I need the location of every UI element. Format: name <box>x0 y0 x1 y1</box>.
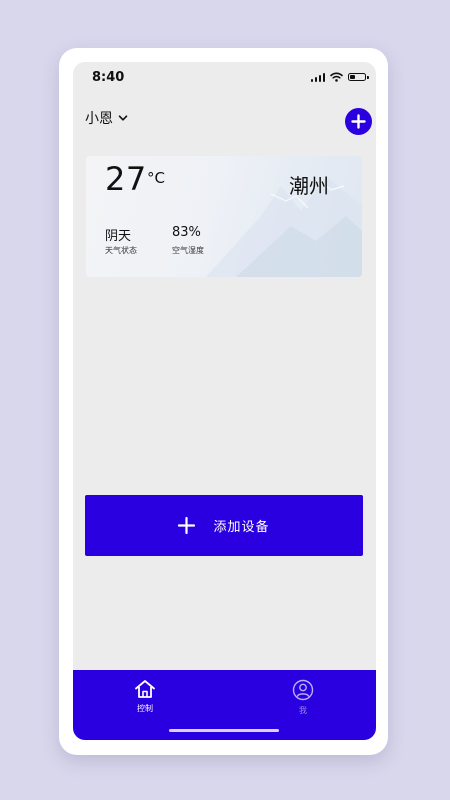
status-time: 8:40 <box>92 70 125 85</box>
tab-me-label: 我 <box>299 706 307 715</box>
status-bar: 8:40 <box>73 62 376 94</box>
home-icon <box>135 680 155 698</box>
home-name: 小恩 <box>85 111 113 127</box>
battery-level <box>350 75 355 79</box>
app-screen: 8:40 小恩 27 °C 潮州 阴天 天气状态 83% 空气湿度 添加设备 控… <box>73 62 376 740</box>
chevron-down-icon <box>118 115 128 121</box>
wifi-icon <box>330 72 343 82</box>
signal-icon <box>310 72 325 82</box>
add-device-button[interactable]: 添加设备 <box>85 495 363 556</box>
humidity-value: 83% <box>172 225 201 240</box>
user-icon <box>292 679 314 701</box>
add-button[interactable] <box>345 108 372 135</box>
tab-control-label: 控制 <box>137 704 153 713</box>
bottom-tab-bar: 控制 我 <box>73 670 376 740</box>
temperature-unit: °C <box>147 169 165 187</box>
weather-card: 27 °C 潮州 阴天 天气状态 83% 空气湿度 <box>86 156 362 277</box>
weather-condition-value: 阴天 <box>105 229 132 244</box>
home-indicator <box>169 729 279 732</box>
humidity-label: 空气湿度 <box>172 246 204 255</box>
plus-circle-icon <box>351 114 366 129</box>
city-name: 潮州 <box>289 174 329 198</box>
plus-icon <box>178 517 196 534</box>
tab-control[interactable]: 控制 <box>115 679 175 714</box>
home-selector[interactable]: 小恩 <box>85 108 129 128</box>
temperature-value: 27 <box>105 160 147 198</box>
status-icons <box>310 72 369 82</box>
tab-me[interactable]: 我 <box>273 679 333 716</box>
battery-icon <box>348 73 369 81</box>
weather-condition-label: 天气状态 <box>105 246 137 255</box>
add-device-label: 添加设备 <box>213 520 270 535</box>
